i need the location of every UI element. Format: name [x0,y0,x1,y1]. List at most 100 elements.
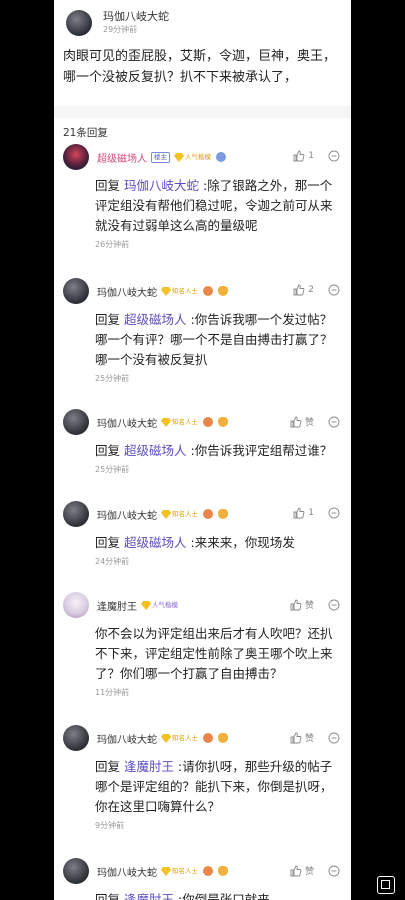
thumbs-up-icon [293,507,305,519]
thumbs-up-icon [293,284,305,296]
more-button[interactable] [328,599,343,611]
reply-prefix: 回复 [95,892,121,900]
like-button[interactable]: 赞 [290,415,314,428]
reply-prefix: 回复 [95,178,121,193]
reply-mention[interactable]: 逢魔肘王 [124,892,174,900]
like-button[interactable]: 赞 [290,598,314,611]
gem-badge-label: 知名人士 [172,418,198,426]
reply-author[interactable]: 玛伽八岐大蛇 [97,864,157,879]
reply-time: 11分钟前 [95,688,130,697]
gem-badge: 人气楷模 [174,151,211,163]
reply-item[interactable]: 玛伽八岐大蛇 知名人士 赞 回复 超级磁场人 :你告诉我评定组帮过谁？ 25分钟… [54,409,351,476]
emoji-icon [203,286,213,296]
reply-thread-page: 玛伽八岐大蛇 29分钟前 肉眼可见的歪屁股，艾斯，令迦，巨神，奥王，哪一个没被反… [54,0,351,900]
reply-prefix: 回复 [95,759,121,774]
more-button[interactable] [328,732,343,744]
gem-badge-label: 知名人士 [172,734,198,742]
like-button[interactable]: 1 [293,507,314,519]
gem-badge-label: 知名人士 [172,510,198,518]
reply-mention[interactable]: 超级磁场人 [124,535,187,550]
reply-mention[interactable]: 玛伽八岐大蛇 [124,178,199,193]
gem-badge-label: 人气楷模 [185,153,211,161]
cat-icon [218,509,228,519]
avatar[interactable] [63,725,89,751]
reply-prefix: 回复 [95,535,121,550]
post-header: 玛伽八岐大蛇 29分钟前 [54,0,351,36]
reply-author[interactable]: 逢魔肘王 [97,598,137,613]
reply-author[interactable]: 超级磁场人 [97,150,147,165]
reply-mention[interactable]: 逢魔肘王 [124,759,174,774]
emoji-icon [203,866,213,876]
gem-icon [161,287,171,296]
reply-prefix: 回复 [95,443,121,458]
gem-icon [161,734,171,743]
more-button[interactable] [328,416,343,428]
gem-icon [174,153,184,162]
more-icon [328,150,340,162]
reply-mention[interactable]: 超级磁场人 [124,312,187,327]
like-count: 赞 [304,867,314,877]
avatar[interactable] [63,409,89,435]
reply-author[interactable]: 玛伽八岐大蛇 [97,731,157,746]
reply-content: :你告诉我评定组帮过谁？ [190,443,333,458]
reply-text: 回复 玛伽八岐大蛇 :除了银路之外，那一个评定组没有帮他们稳过呢，令迦之前可从来… [54,170,351,236]
reply-author[interactable]: 玛伽八岐大蛇 [97,284,157,299]
reply-author[interactable]: 玛伽八岐大蛇 [97,507,157,522]
like-count: 1 [308,151,314,161]
avatar[interactable] [66,10,92,36]
thumbs-up-icon [293,150,305,162]
thumbs-up-icon [290,416,302,427]
reply-item[interactable]: 逢魔肘王 人气楷模 赞 你不会以为评定组出来后才有人吹吧？还扒不下来，评定组定性… [54,592,351,699]
avatar[interactable] [63,592,89,618]
reply-text: 回复 超级磁场人 :你告诉我哪一个发过帖？哪一个有评？哪一个不是自由搏击打赢了？… [54,304,351,370]
gem-badge: 知名人士 [161,285,198,297]
reply-mention[interactable]: 超级磁场人 [124,443,187,458]
cat-icon [218,286,228,296]
reply-time: 9分钟前 [95,821,125,830]
more-button[interactable] [328,284,343,296]
reply-text: 回复 超级磁场人 :来来来，你现场发 [54,527,351,553]
like-count: 1 [308,508,314,518]
like-button[interactable]: 赞 [290,731,314,744]
avatar[interactable] [63,501,89,527]
reply-author[interactable]: 玛伽八岐大蛇 [97,415,157,430]
screen-record-icon[interactable] [377,876,395,894]
more-button[interactable] [328,507,343,519]
gem-icon [161,418,171,427]
reply-item[interactable]: 超级磁场人 楼主 人气楷模 1 回复 玛伽八岐大蛇 :除了银路之外，那一个评定组… [54,144,351,251]
more-icon [328,416,340,427]
reply-item[interactable]: 玛伽八岐大蛇 知名人士 赞 回复 逢魔肘王 :请你扒呀，那些升级的帖子哪个是评定… [54,725,351,832]
thumbs-up-icon [290,599,302,610]
more-icon [328,284,340,296]
like-count: 2 [308,285,314,295]
avatar[interactable] [63,144,89,170]
more-button[interactable] [328,865,343,877]
like-button[interactable]: 赞 [290,864,314,877]
avatar[interactable] [63,278,89,304]
reply-time: 26分钟前 [95,240,130,249]
reply-content: :来来来，你现场发 [190,535,295,550]
emoji-icon [216,152,226,162]
avatar[interactable] [63,858,89,884]
gem-badge: 知名人士 [161,732,198,744]
post-author[interactable]: 玛伽八岐大蛇 [103,10,169,24]
emoji-icon [203,733,213,743]
like-count: 赞 [304,734,314,744]
cat-icon [218,866,228,876]
like-button[interactable]: 1 [293,150,314,162]
cat-icon [218,417,228,427]
like-count: 赞 [304,601,314,611]
gem-badge-label: 知名人士 [172,287,198,295]
reply-content: :你倒是张口就来 [178,892,270,900]
reply-item[interactable]: 玛伽八岐大蛇 知名人士 1 回复 超级磁场人 :来来来，你现场发 24分钟前 [54,501,351,568]
gem-icon [161,867,171,876]
reply-item[interactable]: 玛伽八岐大蛇 知名人士 2 回复 超级磁场人 :你告诉我哪一个发过帖？哪一个有评… [54,278,351,385]
thumbs-up-icon [290,865,302,876]
reply-item[interactable]: 玛伽八岐大蛇 知名人士 赞 回复 逢魔肘王 :你倒是张口就来 [54,858,351,900]
like-button[interactable]: 2 [293,284,314,296]
reply-time: 24分钟前 [95,557,130,566]
reply-count: 21条回复 [63,127,108,139]
more-button[interactable] [328,150,343,162]
cat-icon [218,733,228,743]
gem-icon [161,510,171,519]
